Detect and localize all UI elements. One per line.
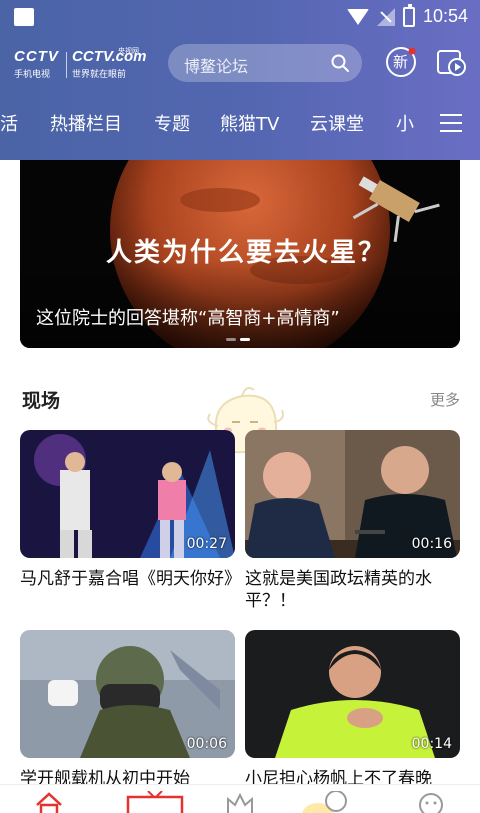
category-tabs: 活 热播栏目 专题 熊猫TV 云课堂 小 [0, 104, 480, 144]
search-input[interactable]: 博鳌论坛 [184, 53, 248, 77]
crown-icon[interactable] [224, 791, 256, 813]
notification-icon [14, 8, 34, 26]
logo-sub-right: 世界就在眼前 [72, 70, 127, 80]
profile-icon[interactable] [416, 791, 446, 813]
hero-banner[interactable]: 人类为什么要去火星？ 这位院士的回答堪称“高智商+高情商” [20, 160, 460, 348]
tab-5[interactable]: 小 [396, 110, 414, 136]
header-bar: CCTV 手机电视 CCTV.com 世界就在眼前 央视网 博鳌论坛 新 [0, 36, 480, 90]
search-icon[interactable] [330, 53, 350, 73]
video-thumbnail[interactable]: 00:27 [20, 430, 235, 558]
banner-overlay-text: 人类为什么要去火星？ [106, 238, 387, 268]
video-card[interactable]: 00:16 这就是美国政坛精英的水平？！ [245, 430, 460, 612]
status-time: 10:54 [422, 6, 468, 26]
tab-4[interactable]: 云课堂 [310, 110, 364, 136]
video-card[interactable]: 00:06 学开舰载机从初中开始 [20, 630, 235, 790]
tab-1[interactable]: 热播栏目 [50, 110, 122, 136]
menu-icon[interactable] [440, 114, 462, 132]
logo-tiny: 央视网 [118, 47, 139, 55]
tab-0[interactable]: 活 [0, 110, 18, 136]
video-duration: 00:14 [411, 736, 452, 752]
carousel-dot [226, 338, 236, 341]
carousel-indicator [226, 338, 250, 341]
cctv-logo[interactable]: CCTV 手机电视 CCTV.com 世界就在眼前 央视网 [14, 47, 150, 82]
logo-brand: CCTV [14, 48, 59, 65]
video-caption[interactable]: 马凡舒于嘉合唱《明天你好》 [20, 568, 241, 590]
banner-title: 这位院士的回答堪称“高智商+高情商” [36, 308, 340, 329]
new-button[interactable]: 新 [384, 45, 418, 79]
signal-icon [376, 7, 395, 26]
video-duration: 00:27 [186, 536, 227, 552]
video-caption[interactable]: 这就是美国政坛精英的水平？！ [245, 568, 460, 612]
wifi-icon [346, 8, 369, 25]
video-thumbnail[interactable]: 00:06 [20, 630, 235, 758]
battery-icon [402, 3, 415, 27]
home-icon[interactable] [34, 791, 64, 813]
video-thumbnail[interactable]: 00:16 [245, 430, 460, 558]
logo-divider [66, 52, 67, 78]
tab-2[interactable]: 专题 [154, 110, 190, 136]
section-title: 现场 [22, 390, 61, 412]
status-icons: 10:54 [346, 3, 468, 27]
video-thumbnail[interactable]: 00:14 [245, 630, 460, 758]
carousel-dot-active [240, 338, 250, 341]
video-card[interactable]: 00:14 小尼担心杨帆上不了春晚 [245, 630, 460, 790]
top-header: 10:54 CCTV 手机电视 CCTV.com 世界就在眼前 央视网 博鳌论坛 [0, 0, 480, 160]
status-bar: 10:54 [0, 0, 480, 34]
tv-icon[interactable] [126, 791, 184, 813]
search-bar[interactable]: 博鳌论坛 [168, 44, 362, 82]
video-card[interactable]: 00:27 马凡舒于嘉合唱《明天你好》 [20, 430, 241, 590]
tv-play-button[interactable] [434, 45, 468, 79]
logo-sub-left: 手机电视 [14, 70, 51, 80]
new-label: 新 [393, 53, 409, 71]
bottom-nav [0, 784, 480, 813]
tab-3[interactable]: 熊猫TV [220, 110, 279, 136]
video-duration: 00:06 [186, 736, 227, 752]
panda-icon[interactable] [298, 791, 352, 813]
more-link[interactable]: 更多 [430, 389, 460, 410]
video-duration: 00:16 [411, 536, 452, 552]
tv-play-icon [437, 50, 466, 76]
